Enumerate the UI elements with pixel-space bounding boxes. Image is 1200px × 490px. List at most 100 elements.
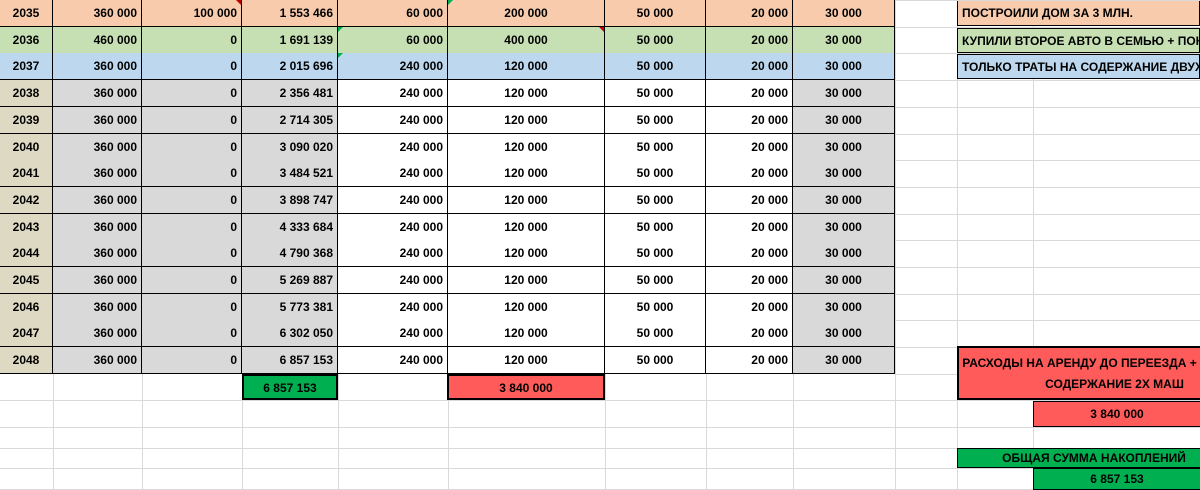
cell-c8[interactable]: 30 000 [793, 347, 895, 374]
cell-c1[interactable]: 360 000 [53, 294, 142, 321]
cell-c8[interactable]: 30 000 [793, 160, 895, 187]
cell-c6[interactable]: 50 000 [605, 240, 706, 267]
cell-year[interactable]: 2040 [0, 134, 53, 161]
rent-expenses-label[interactable]: РАСХОДЫ НА АРЕНДУ ДО ПЕРЕЕЗДА + СОДЕРЖАН… [957, 346, 1200, 400]
cell-c7[interactable]: 20 000 [706, 134, 793, 161]
cell-c3[interactable]: 3 090 020 [242, 134, 338, 161]
cell-c1[interactable]: 360 000 [53, 240, 142, 267]
cell-c1[interactable]: 360 000 [53, 134, 142, 161]
cell-c6[interactable]: 50 000 [605, 214, 706, 241]
cell-c2[interactable]: 0 [142, 240, 242, 267]
cell-c2[interactable]: 0 [142, 107, 242, 134]
cell-year[interactable]: 2044 [0, 240, 53, 267]
cell-c6[interactable]: 50 000 [605, 320, 706, 347]
cell-c1[interactable]: 360 000 [53, 53, 142, 80]
cell-c6[interactable]: 50 000 [605, 53, 706, 80]
cell-year[interactable]: 2047 [0, 320, 53, 347]
cell-c8[interactable]: 30 000 [793, 53, 895, 80]
cell-c8[interactable]: 30 000 [793, 107, 895, 134]
cell-c5[interactable]: 120 000 [448, 320, 605, 347]
cell-c2[interactable]: 0 [142, 267, 242, 294]
cell-c5[interactable]: 120 000 [448, 80, 605, 107]
cell-c8[interactable]: 30 000 [793, 240, 895, 267]
cell-c6[interactable]: 50 000 [605, 134, 706, 161]
cell-c4[interactable]: 60 000 [338, 27, 448, 54]
cell-c7[interactable]: 20 000 [706, 80, 793, 107]
cell-c6[interactable]: 50 000 [605, 80, 706, 107]
cell-c8[interactable]: 30 000 [793, 187, 895, 214]
cell-c6[interactable]: 50 000 [605, 107, 706, 134]
cell-c7[interactable]: 20 000 [706, 160, 793, 187]
cell-c7[interactable]: 20 000 [706, 240, 793, 267]
cell-c5[interactable]: 120 000 [448, 187, 605, 214]
cell-c1[interactable]: 360 000 [53, 214, 142, 241]
cell-c3[interactable]: 2 015 696 [242, 53, 338, 80]
cell-c4[interactable]: 240 000 [338, 240, 448, 267]
rent-expenses-value[interactable]: 3 840 000 [1033, 401, 1200, 427]
cell-c3[interactable]: 3 484 521 [242, 160, 338, 187]
cell-c3[interactable]: 2 714 305 [242, 107, 338, 134]
cell-c2[interactable]: 0 [142, 27, 242, 54]
cell-year[interactable]: 2037 [0, 53, 53, 80]
cell-year[interactable]: 2041 [0, 160, 53, 187]
cell-c4[interactable]: 240 000 [338, 214, 448, 241]
cell-c8[interactable]: 30 000 [793, 294, 895, 321]
cell-c5[interactable]: 120 000 [448, 267, 605, 294]
cell-c5[interactable]: 120 000 [448, 214, 605, 241]
cell-c4[interactable]: 240 000 [338, 267, 448, 294]
cell-c1[interactable]: 360 000 [53, 107, 142, 134]
cell-c4[interactable]: 240 000 [338, 320, 448, 347]
cell-c4[interactable]: 240 000 [338, 347, 448, 374]
cell-c2[interactable]: 0 [142, 320, 242, 347]
cell-year[interactable]: 2042 [0, 187, 53, 214]
cell-c2[interactable]: 0 [142, 160, 242, 187]
cell-c3[interactable]: 6 302 050 [242, 320, 338, 347]
cell-c8[interactable]: 30 000 [793, 27, 895, 54]
cell-c4[interactable]: 240 000 [338, 80, 448, 107]
cell-c5[interactable]: 120 000 [448, 107, 605, 134]
cell-c6[interactable]: 50 000 [605, 187, 706, 214]
cell-c3[interactable]: 4 333 684 [242, 214, 338, 241]
cell-c7[interactable]: 20 000 [706, 0, 793, 27]
cell-c1[interactable]: 360 000 [53, 267, 142, 294]
note-second-car[interactable]: КУПИЛИ ВТОРОЕ АВТО В СЕМЬЮ + ПОКУП [957, 28, 1200, 53]
note-house-built[interactable]: ПОСТРОИЛИ ДОМ ЗА 3 МЛН. [957, 1, 1200, 26]
cell-c8[interactable]: 30 000 [793, 320, 895, 347]
cell-c2[interactable]: 0 [142, 214, 242, 241]
cell-c6[interactable]: 50 000 [605, 0, 706, 27]
cell-c3[interactable]: 1 553 466 [242, 0, 338, 27]
cell-c5[interactable]: 120 000 [448, 160, 605, 187]
cell-c1[interactable]: 360 000 [53, 320, 142, 347]
total-savings-label[interactable]: ОБЩАЯ СУММА НАКОПЛЕНИЙ [957, 448, 1200, 468]
cell-c5[interactable]: 200 000 [448, 0, 605, 27]
cell-c7[interactable]: 20 000 [706, 27, 793, 54]
cell-c6[interactable]: 50 000 [605, 267, 706, 294]
cell-year[interactable]: 2045 [0, 267, 53, 294]
cell-c8[interactable]: 30 000 [793, 134, 895, 161]
cell-c7[interactable]: 20 000 [706, 53, 793, 80]
cell-year[interactable]: 2035 [0, 0, 53, 27]
cell-c2[interactable]: 0 [142, 294, 242, 321]
cell-c3[interactable]: 5 269 887 [242, 267, 338, 294]
cell-c8[interactable]: 30 000 [793, 80, 895, 107]
cell-c7[interactable]: 20 000 [706, 187, 793, 214]
cell-year[interactable]: 2039 [0, 107, 53, 134]
cell-c4[interactable]: 240 000 [338, 107, 448, 134]
cell-c4[interactable]: 240 000 [338, 187, 448, 214]
cell-c6[interactable]: 50 000 [605, 27, 706, 54]
cell-c1[interactable]: 360 000 [53, 347, 142, 374]
total-savings-value[interactable]: 6 857 153 [1033, 468, 1200, 490]
cell-c2[interactable]: 0 [142, 347, 242, 374]
cell-year[interactable]: 2038 [0, 80, 53, 107]
cell-c7[interactable]: 20 000 [706, 214, 793, 241]
cell-c2[interactable]: 0 [142, 134, 242, 161]
cell-year[interactable]: 2046 [0, 294, 53, 321]
cell-year[interactable]: 2043 [0, 214, 53, 241]
cell-year[interactable]: 2048 [0, 347, 53, 374]
cell-c5[interactable]: 120 000 [448, 134, 605, 161]
cell-c4[interactable]: 240 000 [338, 294, 448, 321]
total-rent-cell[interactable]: 3 840 000 [447, 374, 605, 400]
cell-c4[interactable]: 240 000 [338, 134, 448, 161]
cell-c3[interactable]: 2 356 481 [242, 80, 338, 107]
cell-c1[interactable]: 360 000 [53, 80, 142, 107]
